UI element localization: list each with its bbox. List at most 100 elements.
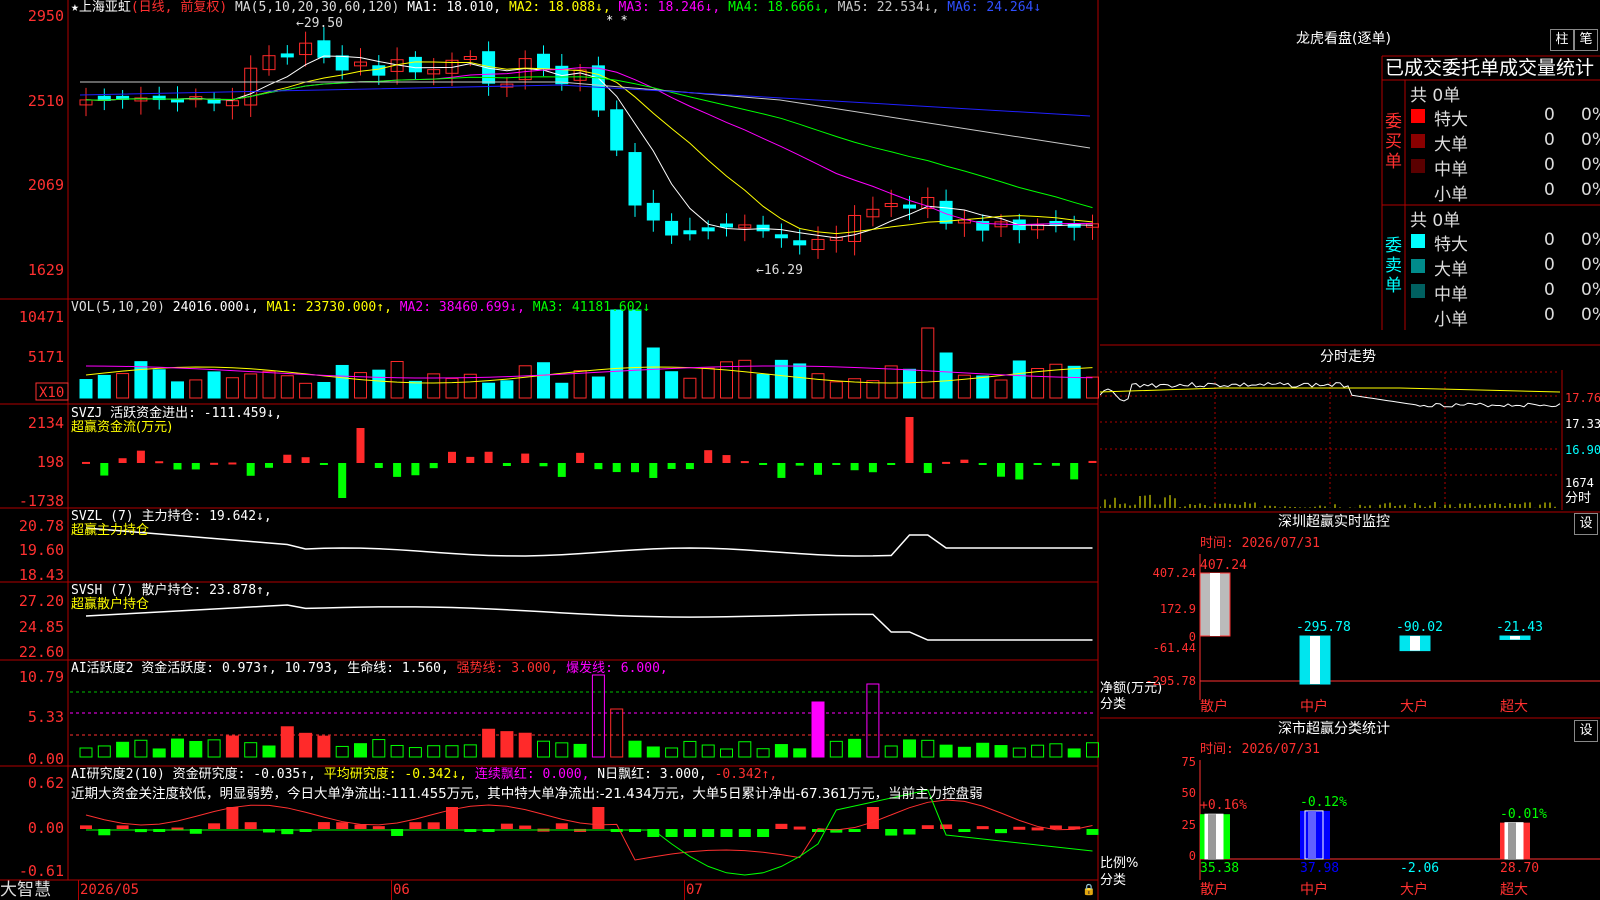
intraday-title: 分时走势 [1320, 349, 1376, 365]
research-line-green [86, 789, 1093, 876]
activity-bar [573, 743, 587, 758]
period-label[interactable]: (日线, 前复权) [131, 0, 227, 15]
ai2-extra: -0.342↑, [714, 767, 778, 782]
intraday-unit: 分时 [1565, 491, 1592, 506]
volume-bar [317, 381, 331, 399]
research-bar [500, 823, 513, 829]
flow-bar [905, 417, 914, 463]
research-bar [226, 807, 239, 829]
lhb-row-count: 0 [1544, 105, 1555, 125]
candle-body [537, 53, 550, 69]
monitor-settings-button[interactable]: 设 [1574, 513, 1598, 535]
flow-bar [283, 454, 292, 463]
activity-bar [537, 740, 550, 758]
activity-bar [244, 742, 258, 758]
flow-bar [978, 463, 987, 465]
flow-bar [374, 463, 383, 468]
vol-axis-0: 10471 [19, 308, 64, 326]
flow-bar [631, 463, 639, 473]
activity-bar [793, 748, 807, 758]
activity-bar [738, 741, 752, 758]
lock-icon[interactable]: 🔒 [1082, 883, 1096, 897]
lhb-row-pct: 0% [1581, 230, 1600, 250]
flow-bar [191, 463, 200, 470]
volume-bar [1031, 368, 1045, 399]
flow-bar [1051, 463, 1060, 466]
svzl-axis-0: 20.78 [19, 517, 64, 535]
activity-bar [976, 742, 990, 758]
vol-header: VOL(5,10,20) 24016.000↓, MA1: 23730.000↑… [71, 301, 650, 315]
bar-mode-button[interactable]: 柱 [1550, 29, 1574, 51]
classify-value-label: 37.98 [1300, 861, 1340, 876]
flow-bar [649, 463, 658, 478]
classify-pct-label: -0.12% [1300, 794, 1347, 810]
flow-bar [429, 463, 438, 469]
classify-category: 中户 [1300, 882, 1328, 898]
intraday-axis-2: 16.90 [1565, 443, 1600, 457]
buy-side-label: 委 买 单 [1385, 112, 1402, 172]
ai2-axis-0: 0.62 [28, 774, 64, 792]
research-bar [354, 824, 367, 829]
activity-bar [939, 744, 953, 758]
ai1-axis-0: 10.79 [19, 668, 64, 686]
intraday-chart[interactable] [1100, 370, 1563, 510]
lhb-row-count: 0 [1544, 155, 1555, 175]
classify-axis-3: 0 [1188, 849, 1196, 863]
favorite-star-icon[interactable]: ★ [71, 0, 79, 15]
volume-bar [262, 370, 276, 399]
svsh-axis-0: 27.20 [19, 592, 64, 610]
color-swatch [1411, 159, 1425, 173]
activity-bar [280, 726, 294, 758]
activity-bar [665, 747, 679, 758]
candle-body [610, 109, 624, 151]
brand-logo: 大智慧 [0, 880, 51, 900]
candle-body [793, 240, 807, 246]
volume-bar [793, 363, 807, 399]
activity-bar [994, 745, 1008, 758]
activity-bar [299, 732, 313, 758]
ai2-header: AI研究度2(10) 资金研究度: -0.035↑, 平均研究度: -0.342… [71, 768, 777, 782]
ai1-axis-2: 0.00 [28, 750, 64, 768]
lhb-row-label: 中单 [1434, 160, 1468, 180]
research-bar [665, 829, 678, 837]
flow-bar [301, 457, 310, 463]
activity-bar [756, 748, 770, 758]
research-bar [995, 829, 1007, 834]
candle-body [335, 55, 349, 71]
volume-bar [280, 375, 294, 399]
flow-bar [1070, 463, 1079, 480]
tick-mode-button[interactable]: 笔 [1574, 29, 1598, 51]
research-bar [903, 829, 916, 835]
main-holding-line [85, 527, 1093, 557]
color-swatch [1411, 309, 1425, 323]
research-bar [592, 807, 605, 829]
volume-bar [79, 379, 93, 399]
flow-bar [1088, 460, 1097, 463]
activity-bar [354, 743, 367, 758]
ai1-strong: 强势线: 3.000, [456, 661, 559, 676]
ai1-activity: AI活跃度2 资金活跃度: 0.973↑, [71, 661, 277, 676]
lhb-row-label: 大单 [1434, 260, 1468, 280]
monitor-bar-highlight [1210, 573, 1220, 636]
flow-bar [960, 459, 969, 463]
ai2-axis-1: 0.00 [28, 819, 64, 837]
activity-bar [646, 746, 660, 758]
classify-title: 深市超赢分类统计 [1278, 721, 1390, 737]
flow-bar [484, 451, 493, 463]
classify-settings-button[interactable]: 设 [1574, 720, 1598, 742]
monitor-ylabel: 净额(万元) [1100, 681, 1163, 696]
activity-bar [1086, 742, 1099, 758]
retail-holding-polyline [85, 604, 1093, 641]
kline-axis-0: 2950 [28, 7, 64, 25]
classify-bar-shade [1508, 822, 1516, 859]
research-bar [921, 825, 934, 829]
volume-bar [976, 375, 990, 399]
volume-bar [610, 309, 624, 399]
flow-bar [667, 463, 676, 469]
kline-chart-area[interactable]: 2950 2510 2069 1629 10471 5171 2134 198 … [0, 0, 1100, 900]
research-bar [427, 822, 440, 829]
flow-bar [685, 463, 694, 470]
candle-body [280, 53, 294, 58]
lhb-row-count: 0 [1544, 255, 1555, 275]
lhb-row-pct: 0% [1581, 255, 1600, 275]
